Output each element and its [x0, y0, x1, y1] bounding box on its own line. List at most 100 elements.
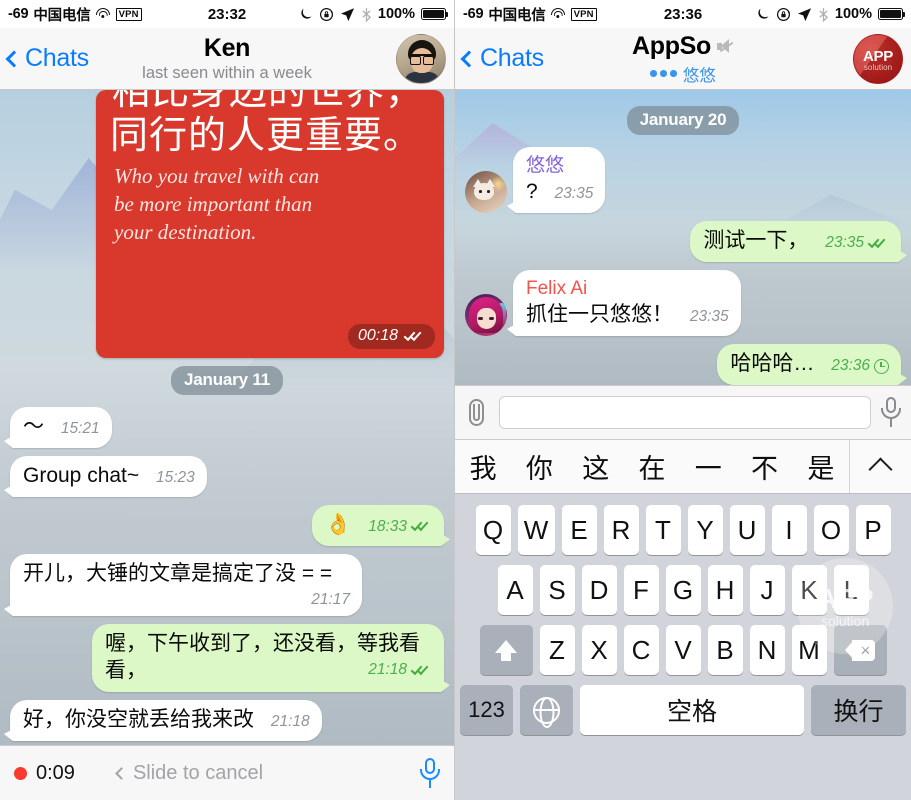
day-separator: January 20 — [465, 106, 901, 135]
numbers-key[interactable]: 123 — [460, 685, 513, 735]
key-u[interactable]: U — [729, 505, 765, 555]
message-bubble[interactable]: 悠悠 ? 23:35 — [506, 147, 606, 214]
key-i[interactable]: I — [771, 505, 807, 555]
message-meta: 18:33 — [368, 517, 432, 537]
microphone-icon[interactable] — [420, 757, 440, 789]
key-h[interactable]: H — [707, 565, 743, 615]
back-to-chats-button[interactable]: Chats — [5, 44, 89, 73]
card-english-line-2: be more important than — [114, 192, 313, 217]
key-p[interactable]: P — [855, 505, 891, 555]
message-text: ? — [526, 180, 538, 204]
nav-bar-left: Chats Ken last seen within a week — [0, 28, 454, 90]
key-v[interactable]: V — [665, 625, 701, 675]
expand-suggestions-button[interactable] — [848, 440, 911, 493]
message-bubble[interactable]: 测试一下， 23:35 — [690, 221, 907, 263]
key-c[interactable]: C — [623, 625, 659, 675]
message-time: 23:36 — [831, 357, 870, 375]
key-o[interactable]: O — [813, 505, 849, 555]
status-bar-right-group: 100% — [298, 6, 449, 22]
on-screen-keyboard: 我 你 这 在 一 不 是 Q W E R T Y U I O P A S D … — [455, 440, 911, 800]
group-avatar-appso[interactable]: APP solution — [853, 33, 903, 84]
key-a[interactable]: A — [497, 565, 533, 615]
message-meta: 15:23 — [156, 468, 195, 488]
keyboard-row-1: Q W E R T Y U I O P — [455, 494, 911, 555]
message-list-right: January 20 悠悠 ? 23:35 测试一下， 23:35 Felix … — [455, 90, 911, 385]
key-j[interactable]: J — [749, 565, 785, 615]
key-b[interactable]: B — [707, 625, 743, 675]
chevron-left-icon — [460, 50, 478, 67]
pending-clock-icon — [874, 358, 889, 374]
message-bubble[interactable]: 开儿，大锤的文章是搞定了没 = = 21:17 — [4, 553, 362, 617]
slide-to-cancel-button[interactable]: Slide to cancel — [115, 762, 263, 785]
key-w[interactable]: W — [517, 505, 555, 555]
message-bubble[interactable]: Group chat~ 15:23 — [4, 455, 207, 497]
key-z[interactable]: Z — [539, 625, 575, 675]
anime-avatar[interactable] — [465, 294, 507, 337]
space-key[interactable]: 空格 — [580, 685, 804, 735]
image-message-card[interactable]: 相比身边的世界， 同行的人更重要。 Who you travel with ca… — [96, 90, 444, 358]
return-key[interactable]: 换行 — [811, 685, 906, 735]
key-m[interactable]: M — [791, 625, 827, 675]
suggestion-item[interactable]: 你 — [511, 447, 567, 486]
backspace-icon: ✕ — [845, 639, 875, 661]
chat-scroll-area-left[interactable]: 相比身边的世界， 同行的人更重要。 Who you travel with ca… — [0, 90, 454, 745]
back-label: Chats — [480, 44, 544, 72]
message-input[interactable] — [499, 396, 871, 429]
wifi-icon — [96, 8, 111, 20]
key-t[interactable]: T — [645, 505, 681, 555]
key-n[interactable]: N — [749, 625, 785, 675]
message-bubble[interactable]: 喔，下午收到了，还没看，等我看看， 21:18 — [92, 624, 450, 693]
key-q[interactable]: Q — [475, 505, 511, 555]
message-text: 开儿，大锤的文章是搞定了没 = = — [23, 561, 333, 585]
rotation-lock-icon — [319, 7, 333, 21]
key-d[interactable]: D — [581, 565, 617, 615]
cat-avatar[interactable] — [465, 171, 507, 214]
backspace-key[interactable]: ✕ — [833, 625, 887, 675]
suggestion-item[interactable]: 是 — [793, 447, 849, 486]
key-r[interactable]: R — [603, 505, 639, 555]
key-e[interactable]: E — [561, 505, 597, 555]
avatar-logo-line-2: solution — [863, 62, 893, 72]
globe-icon — [533, 696, 560, 724]
message-bubble[interactable]: Felix Ai 抓住一只悠悠！ 23:35 — [507, 270, 741, 337]
message-bubble[interactable]: 〜 15:21 — [4, 407, 112, 448]
message-bubble[interactable]: 哈哈哈… 23:36 — [717, 344, 907, 385]
message-text: 好，你没空就丢给我来改 — [23, 708, 254, 732]
message-time: 18:33 — [368, 517, 407, 535]
message-time: 15:23 — [156, 468, 195, 486]
message-bubble[interactable]: 👌 18:33 — [312, 504, 450, 546]
key-k[interactable]: K — [791, 565, 827, 615]
key-x[interactable]: X — [581, 625, 617, 675]
back-to-chats-button[interactable]: Chats — [460, 44, 544, 73]
battery-percent: 100% — [834, 6, 872, 22]
language-switch-key[interactable] — [520, 685, 573, 735]
suggestion-item[interactable]: 这 — [568, 447, 624, 486]
paperclip-icon[interactable] — [465, 398, 489, 428]
message-input-bar — [455, 385, 911, 440]
message-row: Group chat~ 15:23 — [4, 455, 444, 497]
message-time: 15:21 — [60, 420, 100, 437]
signal-strength: -69 — [463, 6, 484, 22]
key-f[interactable]: F — [623, 565, 659, 615]
key-g[interactable]: G — [665, 565, 701, 615]
key-s[interactable]: S — [539, 565, 575, 615]
suggestion-item[interactable]: 我 — [455, 447, 511, 486]
message-text: 测试一下， — [703, 229, 809, 253]
suggestion-item[interactable]: 一 — [680, 447, 736, 486]
key-l[interactable]: L — [833, 565, 869, 615]
page-title: AppSo — [631, 31, 712, 60]
keyboard-row-2: A S D F G H J K L — [455, 555, 911, 615]
contact-avatar-ken[interactable] — [396, 33, 446, 84]
suggestion-item[interactable]: 不 — [736, 447, 792, 486]
chat-scroll-area-right[interactable]: January 20 悠悠 ? 23:35 测试一下， 23:35 Felix … — [455, 90, 911, 385]
microphone-icon[interactable] — [881, 397, 901, 428]
message-bubble[interactable]: 好，你没空就丢给我来改 21:18 — [4, 700, 322, 741]
message-time: 21:18 — [368, 661, 407, 679]
shift-key[interactable] — [479, 625, 533, 675]
message-row: 测试一下， 23:35 — [465, 221, 907, 263]
suggestion-item[interactable]: 在 — [624, 447, 680, 486]
message-text: 👌 — [325, 512, 352, 536]
carrier-name: 中国电信 — [488, 7, 546, 24]
message-row: 喔，下午收到了，还没看，等我看看， 21:18 — [10, 624, 450, 693]
key-y[interactable]: Y — [687, 505, 723, 555]
